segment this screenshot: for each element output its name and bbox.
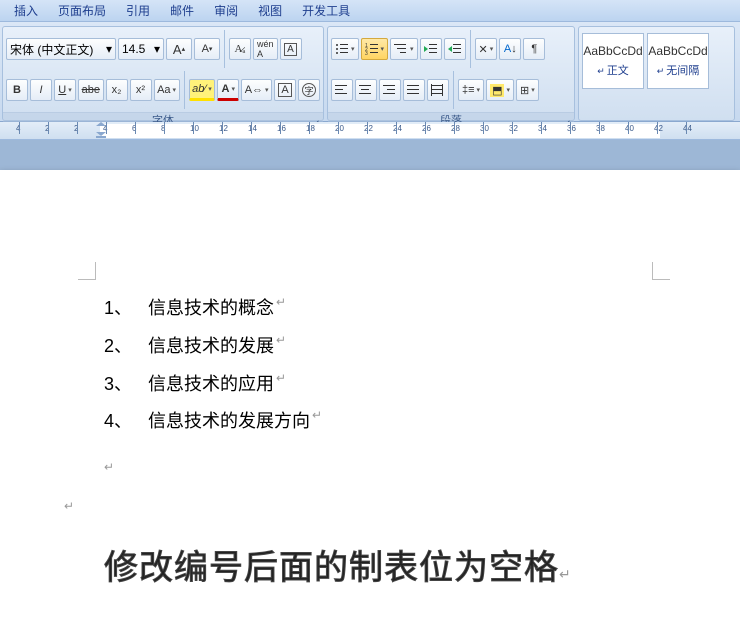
font-size-value: 14.5 xyxy=(122,42,145,56)
group-font: 宋体 (中文正文) ▾ 14.5 ▾ A▴ A▾ A̷ₐ wénA A B I … xyxy=(2,26,324,121)
menu-review[interactable]: 审阅 xyxy=(204,2,248,19)
shrink-font-button[interactable]: A▾ xyxy=(194,38,220,60)
number-list-button[interactable]: 123▾ xyxy=(361,38,389,60)
pilcrow-icon: ↵ xyxy=(104,455,322,480)
pilcrow-icon: ↵ xyxy=(64,494,322,519)
chevron-down-icon: ▾ xyxy=(106,42,112,56)
borders-button[interactable]: ⊞▾ xyxy=(516,79,539,101)
show-marks-button[interactable]: ¶ xyxy=(523,38,545,60)
separator xyxy=(453,71,454,109)
group-styles: AaBbCcDd ↵正文 AaBbCcDd ↵无间隔 xyxy=(578,26,735,121)
menu-layout[interactable]: 页面布局 xyxy=(48,2,116,19)
font-size-combo[interactable]: 14.5 ▾ xyxy=(118,38,164,60)
svg-text:2: 2 xyxy=(365,47,368,53)
horizontal-ruler[interactable]: 6422468101214161820222426283032343638404… xyxy=(0,122,740,140)
bullet-list-button[interactable]: ▾ xyxy=(331,38,359,60)
underline-button[interactable]: U▾ xyxy=(54,79,76,101)
menu-devtools[interactable]: 开发工具 xyxy=(292,2,360,19)
border-char-button[interactable]: A xyxy=(280,38,302,60)
clear-format-button[interactable]: A̷ₐ xyxy=(229,38,251,60)
font-color-button[interactable]: A▾ xyxy=(217,79,239,101)
circle-char-button[interactable]: 字 xyxy=(298,79,320,101)
ribbon: 宋体 (中文正文) ▾ 14.5 ▾ A▴ A▾ A̷ₐ wénA A B I … xyxy=(0,22,740,122)
pilcrow-icon: ↵ xyxy=(559,566,572,582)
align-right-button[interactable] xyxy=(379,79,401,101)
pilcrow-icon: ↵ xyxy=(312,403,322,441)
separator xyxy=(224,30,225,68)
margin-corner-icon xyxy=(652,262,670,280)
asian-layout-button[interactable]: ✕▾ xyxy=(475,38,498,60)
group-paragraph: ▾ 123▾ ▾ ✕▾ A↓ ¶ ‡≡▾ ⬒▾ ⊞▾ xyxy=(327,26,575,121)
align-justify-button[interactable] xyxy=(403,79,425,101)
font-name-value: 宋体 (中文正文) xyxy=(10,41,93,58)
chevron-down-icon: ▾ xyxy=(154,42,160,56)
grow-font-button[interactable]: A▴ xyxy=(166,38,192,60)
annotation-text: 修改编号后面的制表位为空格↵ xyxy=(104,540,572,589)
line-spacing-button[interactable]: ‡≡▾ xyxy=(458,79,484,101)
separator xyxy=(184,71,185,109)
pilcrow-icon: ↵ xyxy=(276,290,286,328)
increase-indent-button[interactable] xyxy=(444,38,466,60)
char-border-button[interactable]: A xyxy=(274,79,296,101)
italic-button[interactable]: I xyxy=(30,79,52,101)
align-distribute-button[interactable] xyxy=(427,79,449,101)
menu-insert[interactable]: 插入 xyxy=(4,2,48,19)
margin-corner-icon xyxy=(78,262,96,280)
align-left-button[interactable] xyxy=(331,79,353,101)
change-case-button[interactable]: Aa▾ xyxy=(154,79,180,101)
document-area: 1、信息技术的概念↵ 2、信息技术的发展↵ 3、信息技术的应用↵ 4、信息技术的… xyxy=(0,140,740,636)
separator xyxy=(470,30,471,68)
superscript-button[interactable]: x² xyxy=(130,79,152,101)
strike-button[interactable]: abe xyxy=(78,79,104,101)
phonetic-button[interactable]: wénA xyxy=(253,38,278,60)
font-name-combo[interactable]: 宋体 (中文正文) ▾ xyxy=(6,38,116,60)
menu-mail[interactable]: 邮件 xyxy=(160,2,204,19)
shading-button[interactable]: ⬒▾ xyxy=(486,79,514,101)
subscript-button[interactable]: x₂ xyxy=(106,79,128,101)
list-item[interactable]: 4、信息技术的发展方向↵ xyxy=(104,403,322,441)
list-item[interactable]: 1、信息技术的概念↵ xyxy=(104,290,322,328)
svg-text:3: 3 xyxy=(365,51,368,55)
menu-view[interactable]: 视图 xyxy=(248,2,292,19)
highlight-button[interactable]: ab⁄▾ xyxy=(189,79,216,101)
sort-button[interactable]: A↓ xyxy=(499,38,521,60)
list-item[interactable]: 2、信息技术的发展↵ xyxy=(104,328,322,366)
align-center-button[interactable] xyxy=(355,79,377,101)
menu-references[interactable]: 引用 xyxy=(116,2,160,19)
bold-button[interactable]: B xyxy=(6,79,28,101)
page[interactable]: 1、信息技术的概念↵ 2、信息技术的发展↵ 3、信息技术的应用↵ 4、信息技术的… xyxy=(0,170,740,636)
pilcrow-icon: ↵ xyxy=(276,366,286,404)
svg-text:1: 1 xyxy=(365,43,368,49)
multilevel-list-button[interactable]: ▾ xyxy=(390,38,418,60)
pilcrow-icon: ↵ xyxy=(276,328,286,366)
document-content[interactable]: 1、信息技术的概念↵ 2、信息技术的发展↵ 3、信息技术的应用↵ 4、信息技术的… xyxy=(104,290,322,520)
style-normal[interactable]: AaBbCcDd ↵正文 xyxy=(582,33,644,89)
style-no-spacing[interactable]: AaBbCcDd ↵无间隔 xyxy=(647,33,709,89)
decrease-indent-button[interactable] xyxy=(420,38,442,60)
menu-bar: 插入 页面布局 引用 邮件 审阅 视图 开发工具 xyxy=(0,0,740,22)
list-item[interactable]: 3、信息技术的应用↵ xyxy=(104,366,322,404)
char-scale-button[interactable]: A⇔▾ xyxy=(241,79,272,101)
